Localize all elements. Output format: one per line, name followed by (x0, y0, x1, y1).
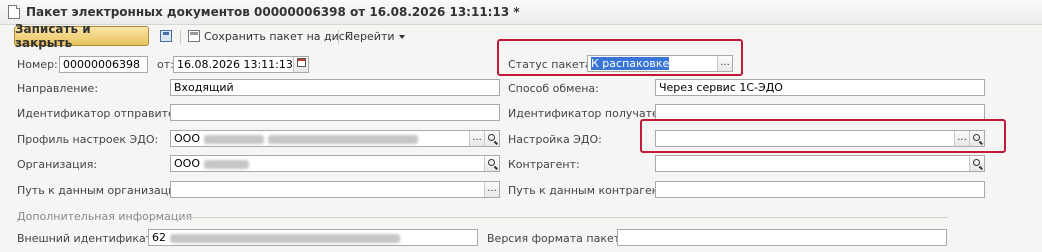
counterparty-label: Контрагент: (508, 158, 580, 171)
select-button[interactable]: ... (484, 182, 499, 197)
goto-menu-button[interactable]: Перейти (345, 30, 405, 43)
exchange-method-label: Способ обмена: (508, 82, 599, 95)
external-id-label: Внешний идентификатор: (17, 232, 170, 245)
status-label: Статус пакета: (508, 58, 596, 71)
redacted-text (170, 233, 400, 243)
counterparty-field[interactable] (655, 155, 985, 172)
search-icon[interactable] (484, 131, 499, 146)
direction-label: Направление: (17, 82, 99, 95)
toolbar-separator (180, 30, 181, 44)
status-field[interactable]: К распаковке ... (587, 55, 733, 72)
edo-profile-label: Профиль настроек ЭДО: (17, 133, 159, 146)
save-and-close-button[interactable]: Записать и закрыть (14, 22, 149, 50)
sender-id-label: Идентификатор отправителя: (17, 107, 193, 120)
search-icon[interactable] (969, 131, 984, 146)
search-icon[interactable] (969, 156, 984, 171)
package-format-label: Версия формата пакета: (487, 232, 631, 245)
sender-id-field[interactable] (170, 104, 500, 121)
exchange-method-field[interactable]: Через сервис 1С-ЭДО (655, 79, 985, 96)
counterparty-path-label: Путь к данным контрагента: (508, 184, 676, 197)
select-button[interactable]: ... (954, 131, 969, 146)
org-path-field[interactable]: ... (170, 181, 500, 198)
edo-setting-field[interactable]: ... (655, 130, 985, 147)
number-field[interactable]: 00000006398 (59, 56, 148, 73)
counterparty-path-field[interactable] (655, 181, 985, 198)
edo-profile-field[interactable]: ООО ... (170, 130, 500, 147)
toolbar-separator (338, 30, 339, 44)
redacted-text (203, 159, 249, 169)
direction-field[interactable]: Входящий (170, 79, 500, 96)
save-icon[interactable] (160, 30, 172, 42)
organization-field[interactable]: ООО (170, 155, 500, 172)
date-field[interactable]: 16.08.2026 13:11:13 (173, 56, 309, 73)
organization-label: Организация: (17, 158, 98, 171)
redacted-text (203, 134, 264, 144)
search-icon[interactable] (484, 156, 499, 171)
external-id-field[interactable]: 62 (148, 229, 478, 246)
org-path-label: Путь к данным организации: (17, 184, 187, 197)
save-to-disk-icon (188, 30, 200, 42)
redacted-text (267, 134, 418, 144)
section-divider (178, 217, 948, 218)
window-titlebar: Пакет электронных документов 00000006398… (0, 0, 1042, 25)
date-label: от: (157, 58, 174, 71)
goto-label: Перейти (345, 30, 395, 43)
window-title: Пакет электронных документов 00000006398… (26, 5, 520, 19)
package-format-field[interactable] (617, 229, 947, 246)
select-button[interactable]: ... (717, 56, 732, 71)
document-icon (8, 5, 20, 19)
number-label: Номер: (17, 58, 58, 71)
chevron-down-icon (398, 35, 405, 39)
section-title: Дополнительная информация (17, 210, 193, 223)
calendar-icon[interactable] (293, 57, 308, 72)
edo-setting-label: Настройка ЭДО: (508, 133, 602, 146)
select-button[interactable]: ... (469, 131, 484, 146)
save-to-disk-button[interactable]: Сохранить пакет на диск (204, 30, 352, 43)
